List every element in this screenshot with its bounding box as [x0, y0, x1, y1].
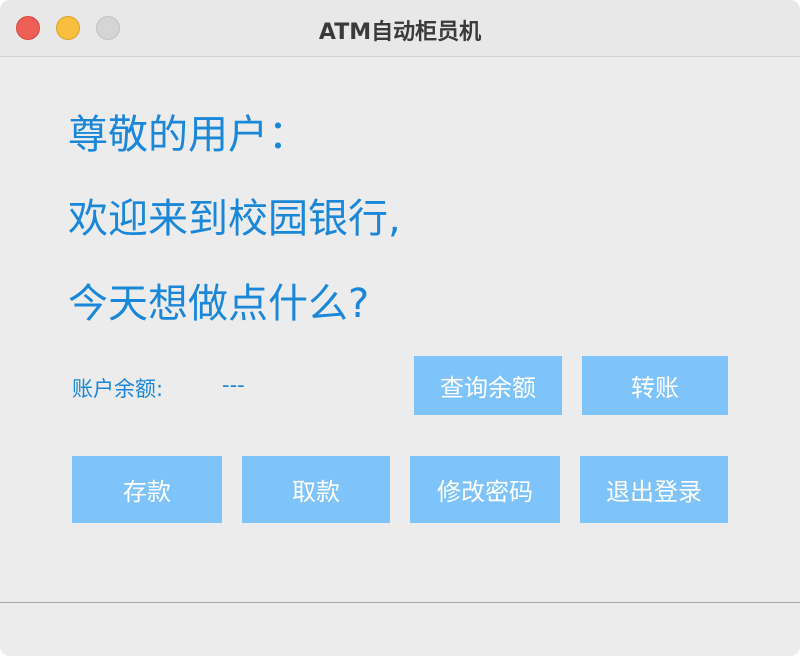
- bottom-area: [0, 603, 800, 656]
- title-bar: ATM自动柜员机: [0, 0, 800, 57]
- greeting-line-2: 欢迎来到校园银行,: [68, 196, 401, 242]
- query-balance-button[interactable]: 查询余额: [414, 356, 562, 415]
- deposit-button[interactable]: 存款: [72, 456, 222, 523]
- atm-window: ATM自动柜员机 尊敬的用户： 欢迎来到校园银行, 今天想做点什么? 账户余额:…: [0, 0, 800, 656]
- greeting-line-3: 今天想做点什么?: [68, 281, 370, 327]
- greeting-line-1: 尊敬的用户：: [68, 112, 308, 158]
- window-title: ATM自动柜员机: [318, 20, 482, 45]
- balance-label: 账户余额:: [72, 377, 164, 401]
- logout-button[interactable]: 退出登录: [580, 456, 728, 523]
- main-panel: 尊敬的用户： 欢迎来到校园银行, 今天想做点什么? 账户余额: --- 查询余额…: [0, 57, 800, 602]
- withdraw-button[interactable]: 取款: [242, 456, 390, 523]
- transfer-button[interactable]: 转账: [582, 356, 728, 415]
- balance-value: ---: [222, 373, 245, 397]
- change-password-button[interactable]: 修改密码: [410, 456, 560, 523]
